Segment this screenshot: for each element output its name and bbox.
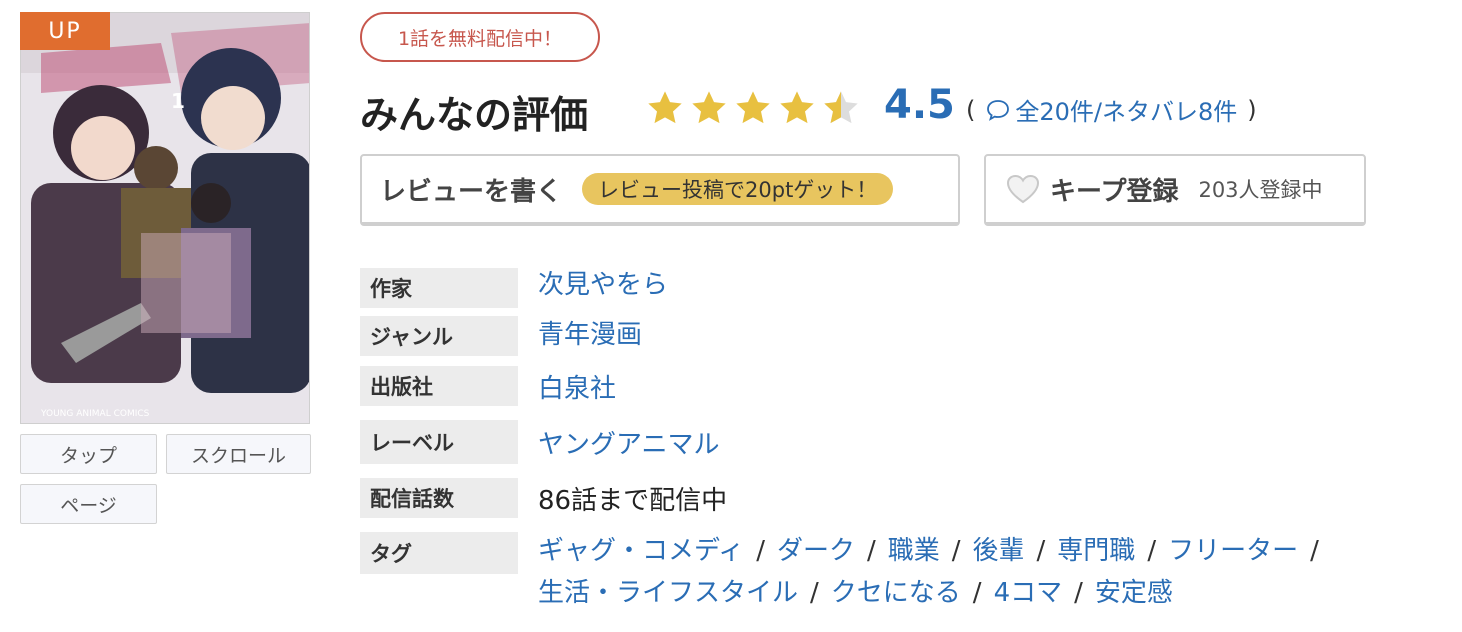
tap-mode-button[interactable]: タップ: [20, 434, 157, 474]
free-episode-notice: 1話を無料配信中！: [360, 12, 600, 62]
tag-link[interactable]: 職業: [888, 536, 940, 566]
star-full-icon: [648, 91, 682, 124]
tag-link[interactable]: クセになる: [831, 578, 961, 608]
heart-icon: [1006, 174, 1040, 204]
update-badge: UP: [20, 12, 110, 50]
scroll-mode-button[interactable]: スクロール: [166, 434, 311, 474]
keep-register-button[interactable]: キープ登録 203人登録中: [984, 154, 1366, 226]
speech-bubble-icon: [987, 99, 1010, 121]
episodes-label: 配信話数: [360, 478, 518, 518]
tag-link[interactable]: 4コマ: [994, 578, 1063, 608]
tag-link[interactable]: 生活・ライフスタイル: [538, 578, 798, 608]
star-full-icon: [692, 91, 726, 124]
keep-register-label: キープ登録: [1050, 176, 1179, 207]
paren-open: (: [966, 95, 976, 124]
svg-text:1: 1: [171, 89, 185, 113]
tag-link[interactable]: ギャグ・コメディ: [538, 536, 744, 566]
review-promo-badge: レビュー投稿で20ptゲット！: [582, 173, 894, 205]
keep-count: 203人登録中: [1198, 178, 1323, 202]
review-count: ( 全20件/ネタバレ8件 ): [966, 92, 1257, 127]
tag-link[interactable]: ダーク: [777, 536, 855, 566]
star-half-icon: [824, 91, 858, 124]
rating-score: 4.5: [884, 82, 955, 128]
write-review-button[interactable]: レビューを書く レビュー投稿で20ptゲット！: [360, 154, 960, 226]
publisher-link[interactable]: 白泉社: [538, 368, 616, 405]
rating-title: みんなの評価: [360, 93, 589, 137]
genre-link[interactable]: 青年漫画: [538, 314, 642, 351]
reviews-link[interactable]: 全20件/ネタバレ8件: [1015, 92, 1237, 127]
imprint-link[interactable]: ヤングアニマル: [538, 424, 719, 461]
star-full-icon: [736, 91, 770, 124]
comic-cover-image[interactable]: 1 YOUNG ANIMAL COMICS: [20, 12, 310, 424]
tags-label: タグ: [360, 532, 518, 574]
write-review-label: レビューを書く: [380, 176, 563, 207]
tags-row-2: 生活・ライフスタイル / クセになる/4コマ / 安定感: [538, 578, 1173, 608]
publisher-label: 出版社: [360, 366, 518, 406]
tag-link[interactable]: フリーター: [1168, 536, 1298, 566]
tags-row-1: ギャグ・コメディ / ダーク / 職業 / 後輩 / 専門職 / フリーター /: [538, 536, 1319, 566]
star-full-icon: [780, 91, 814, 124]
star-rating: [645, 88, 861, 128]
genre-label: ジャンル: [360, 316, 518, 356]
svg-text:YOUNG ANIMAL COMICS: YOUNG ANIMAL COMICS: [40, 409, 150, 419]
author-link[interactable]: 次見やをら: [538, 264, 668, 301]
episodes-value: 86話まで配信中: [538, 486, 728, 516]
page-mode-button[interactable]: ページ: [20, 484, 157, 524]
paren-close: ): [1247, 95, 1257, 124]
tag-link[interactable]: 安定感: [1095, 578, 1173, 608]
imprint-label: レーベル: [360, 420, 518, 464]
tag-link[interactable]: 専門職: [1057, 536, 1135, 566]
tag-link[interactable]: 後輩: [973, 536, 1025, 566]
author-label: 作家: [360, 268, 518, 308]
